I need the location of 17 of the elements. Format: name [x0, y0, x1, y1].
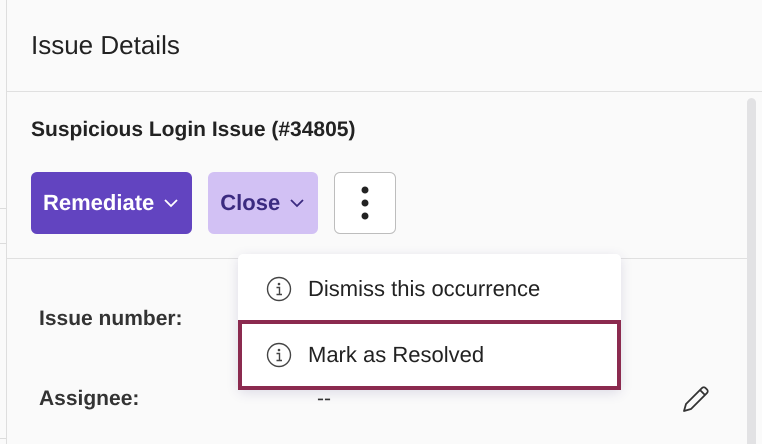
chevron-down-icon: [290, 198, 304, 208]
pencil-icon[interactable]: [681, 384, 711, 414]
field-label: Issue number:: [39, 307, 184, 331]
scrollbar[interactable]: [747, 98, 756, 444]
chevron-down-icon: [164, 198, 178, 208]
more-icon: [361, 186, 370, 220]
panel-title: Issue Details: [31, 30, 180, 61]
menu-item[interactable]: Mark as Resolved: [238, 320, 621, 390]
field-value: --: [317, 387, 332, 411]
remediate-button[interactable]: Remediate: [31, 172, 192, 234]
menu-item[interactable]: Dismiss this occurrence: [238, 258, 621, 320]
issue-title: Suspicious Login Issue (#34805): [31, 118, 356, 142]
more-button[interactable]: [334, 172, 396, 234]
info-icon: [266, 342, 292, 368]
close-button[interactable]: Close: [208, 172, 318, 234]
field-label: Assignee:: [39, 387, 140, 411]
info-icon: [266, 276, 292, 302]
